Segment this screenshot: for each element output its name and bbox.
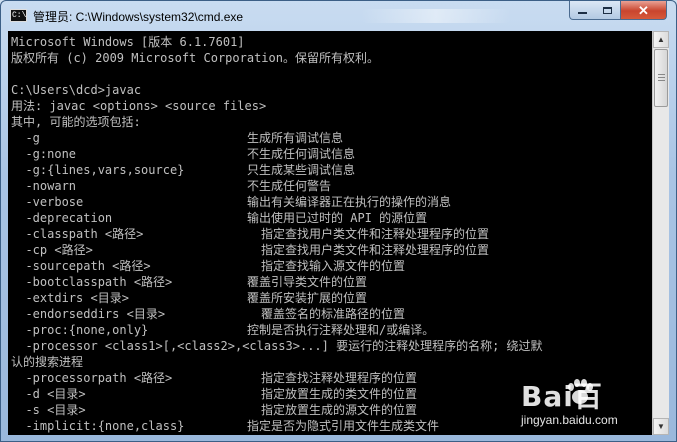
option-description: 输出有关编译器正在执行的操作的消息 <box>247 195 452 209</box>
option-flag: -g:none <box>11 147 77 161</box>
title-blur <box>361 9 511 23</box>
option-row: -cp <路径> 指定查找用户类文件和注释处理程序的位置 <box>11 242 652 258</box>
option-description: 指定查找用户类文件和注释处理程序的位置 <box>261 227 490 241</box>
option-row: -g:{lines,vars,source} 只生成某些调试信息 <box>11 162 652 178</box>
option-row: -proc:{none,only} 控制是否执行注释处理和/或编译。 <box>11 322 652 338</box>
option-flag: -nowarn <box>11 179 77 193</box>
option-flag: -d <目录> <box>11 387 86 401</box>
option-description: 覆盖引导类文件的位置 <box>247 275 368 289</box>
option-row: -g 生成所有调试信息 <box>11 130 652 146</box>
cmd-window: C:\ 管理员: C:\Windows\system32\cmd.exe ✕ M… <box>0 0 677 442</box>
option-flag: -implicit:{none,class} <box>11 419 185 433</box>
console-line: C:\Users\dcd>javac <box>11 83 142 97</box>
title-bar[interactable]: C:\ 管理员: C:\Windows\system32\cmd.exe ✕ <box>1 1 676 31</box>
grip-line <box>658 80 665 81</box>
option-description: 指定放置生成的源文件的位置 <box>261 403 418 417</box>
option-description: 指定查找输入源文件的位置 <box>261 259 406 273</box>
option-description: 指定放置生成的类文件的位置 <box>261 387 418 401</box>
option-row: -processorpath <路径> 指定查找注释处理程序的位置 <box>11 370 652 386</box>
option-row: -nowarn 不生成任何警告 <box>11 178 652 194</box>
option-row: -endorseddirs <目录> 覆盖签名的标准路径的位置 <box>11 306 652 322</box>
option-flag: -proc:{none,only} <box>11 323 149 337</box>
option-description: 不生成任何警告 <box>247 179 332 193</box>
minimize-button[interactable] <box>569 1 596 20</box>
window-title: 管理员: C:\Windows\system32\cmd.exe <box>33 10 244 24</box>
console-line: 用法: javac <options> <source files> <box>11 99 267 113</box>
option-flag: -classpath <路径> <box>11 227 144 241</box>
option-description: 指定是否为隐式引用文件生成类文件 <box>247 419 440 433</box>
console-output[interactable]: Microsoft Windows [版本 6.1.7601] 版权所有 (c)… <box>8 31 652 435</box>
console-line: 版权所有 (c) 2009 Microsoft Corporation。保留所有… <box>11 51 379 65</box>
option-flag: -verbose <box>11 195 84 209</box>
option-row: -implicit:{none,class} 指定是否为隐式引用文件生成类文件 <box>11 418 652 434</box>
console-line: Microsoft Windows [版本 6.1.7601] <box>11 35 245 49</box>
cmd-icon[interactable]: C:\ <box>10 9 27 22</box>
option-flag: -sourcepath <路径> <box>11 259 151 273</box>
option-description: 控制是否执行注释处理和/或编译。 <box>247 323 435 337</box>
option-row: -verbose 输出有关编译器正在执行的操作的消息 <box>11 194 652 210</box>
vertical-scrollbar[interactable]: ▲ ▼ <box>652 31 669 435</box>
option-row: -s <目录> 指定放置生成的源文件的位置 <box>11 402 652 418</box>
scroll-up-button[interactable]: ▲ <box>653 31 669 48</box>
option-description: 不生成任何调试信息 <box>247 147 356 161</box>
option-description: 覆盖所安装扩展的位置 <box>247 291 368 305</box>
option-flag: -deprecation <box>11 211 113 225</box>
option-flag: -cp <路径> <box>11 243 93 257</box>
option-row: -extdirs <目录> 覆盖所安装扩展的位置 <box>11 290 652 306</box>
console-line: 其中, 可能的选项包括: <box>11 115 141 129</box>
console-line: -processor <class1>[,<class2>,<class3>..… <box>11 339 543 353</box>
option-flag: -g <box>11 131 40 145</box>
option-flag: -bootclasspath <路径> <box>11 275 173 289</box>
maximize-button[interactable] <box>595 1 621 20</box>
option-description: 只生成某些调试信息 <box>247 163 356 177</box>
option-description: 输出使用已过时的 API 的源位置 <box>247 211 428 225</box>
option-description: 生成所有调试信息 <box>247 131 344 145</box>
close-icon: ✕ <box>638 2 649 18</box>
option-flag: -extdirs <目录> <box>11 291 129 305</box>
option-row: -deprecation 输出使用已过时的 API 的源位置 <box>11 210 652 226</box>
grip-line <box>658 77 665 78</box>
option-row: -g:none 不生成任何调试信息 <box>11 146 652 162</box>
option-row: -sourcepath <路径> 指定查找输入源文件的位置 <box>11 258 652 274</box>
option-flag: -g:{lines,vars,source} <box>11 163 185 177</box>
option-row: -d <目录> 指定放置生成的类文件的位置 <box>11 386 652 402</box>
scroll-down-button[interactable]: ▼ <box>653 418 669 435</box>
option-flag: -endorseddirs <目录> <box>11 307 166 321</box>
close-button[interactable]: ✕ <box>621 1 667 20</box>
scroll-thumb[interactable] <box>654 49 668 107</box>
console-line: 认的搜索进程 <box>11 355 84 369</box>
option-description: 指定查找用户类文件和注释处理程序的位置 <box>261 243 490 257</box>
option-description: 覆盖签名的标准路径的位置 <box>261 307 406 321</box>
option-row: -bootclasspath <路径> 覆盖引导类文件的位置 <box>11 274 652 290</box>
option-row: -classpath <路径> 指定查找用户类文件和注释处理程序的位置 <box>11 226 652 242</box>
option-description: 指定查找注释处理程序的位置 <box>261 371 418 385</box>
maximize-icon <box>603 6 612 14</box>
option-flag: -s <目录> <box>11 403 86 417</box>
minimize-icon <box>578 12 587 14</box>
grip-line <box>658 74 665 75</box>
option-flag: -processorpath <路径> <box>11 371 173 385</box>
